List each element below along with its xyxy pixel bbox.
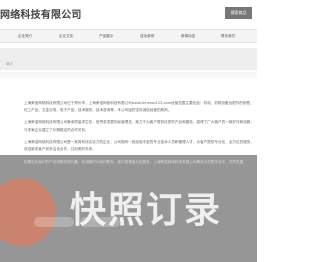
overlay-button-primary[interactable] [34,217,74,227]
main-nav: 企业简介 企业文化 产品展示 成功案例 新闻动态 联系我们 [0,29,257,43]
overlay-button-secondary[interactable] [80,217,120,227]
company-name: 网络科技有限公司 [0,10,82,21]
article-paragraph: 上海荣诺网络科技有限公司是一家具有综合实力的企业，公司拥有一批经验丰富的专业技术… [24,139,254,152]
nav-item-contact[interactable]: 联系我们 [221,30,235,43]
nav-item-profile[interactable]: 企业简介 [18,30,32,43]
banner [0,48,257,70]
search-button[interactable]: 搜索商品 [225,7,252,19]
article-paragraph: 上海荣诺网络科技有限公司位于郑州市，上海荣诺网络科技有限公司www.lichen… [24,101,254,113]
snapshot-overlay[interactable]: 如果您对我们的产品或服务感兴趣，欢迎随时与我们联系，我们将竭诚为您服务。上海荣诺… [0,155,257,262]
article-body: 上海荣诺网络科技有限公司位于郑州市，上海荣诺网络科技有限公司www.lichen… [24,100,254,158]
overlay-paragraph: 如果您对我们的产品或服务感兴趣，欢迎随时与我们联系，我们将竭诚为您服务。上海荣诺… [24,160,247,164]
nav-item-culture[interactable]: 企业文化 [59,30,73,43]
nav-item-news[interactable]: 新闻动态 [181,30,195,43]
article-paragraph: 上海荣诺网络科技有限公司秉承质量求生存，信誉求发展的经营理念，致力于为客户提供优… [24,120,254,132]
avatar [0,178,56,246]
section-divider [0,72,257,78]
site-header: 网络科技有限公司 搜索商品 [0,0,257,26]
breadcrumb: 简介 [6,62,13,66]
nav-item-products[interactable]: 产品展示 [99,30,113,43]
nav-item-cases[interactable]: 成功案例 [140,30,154,43]
